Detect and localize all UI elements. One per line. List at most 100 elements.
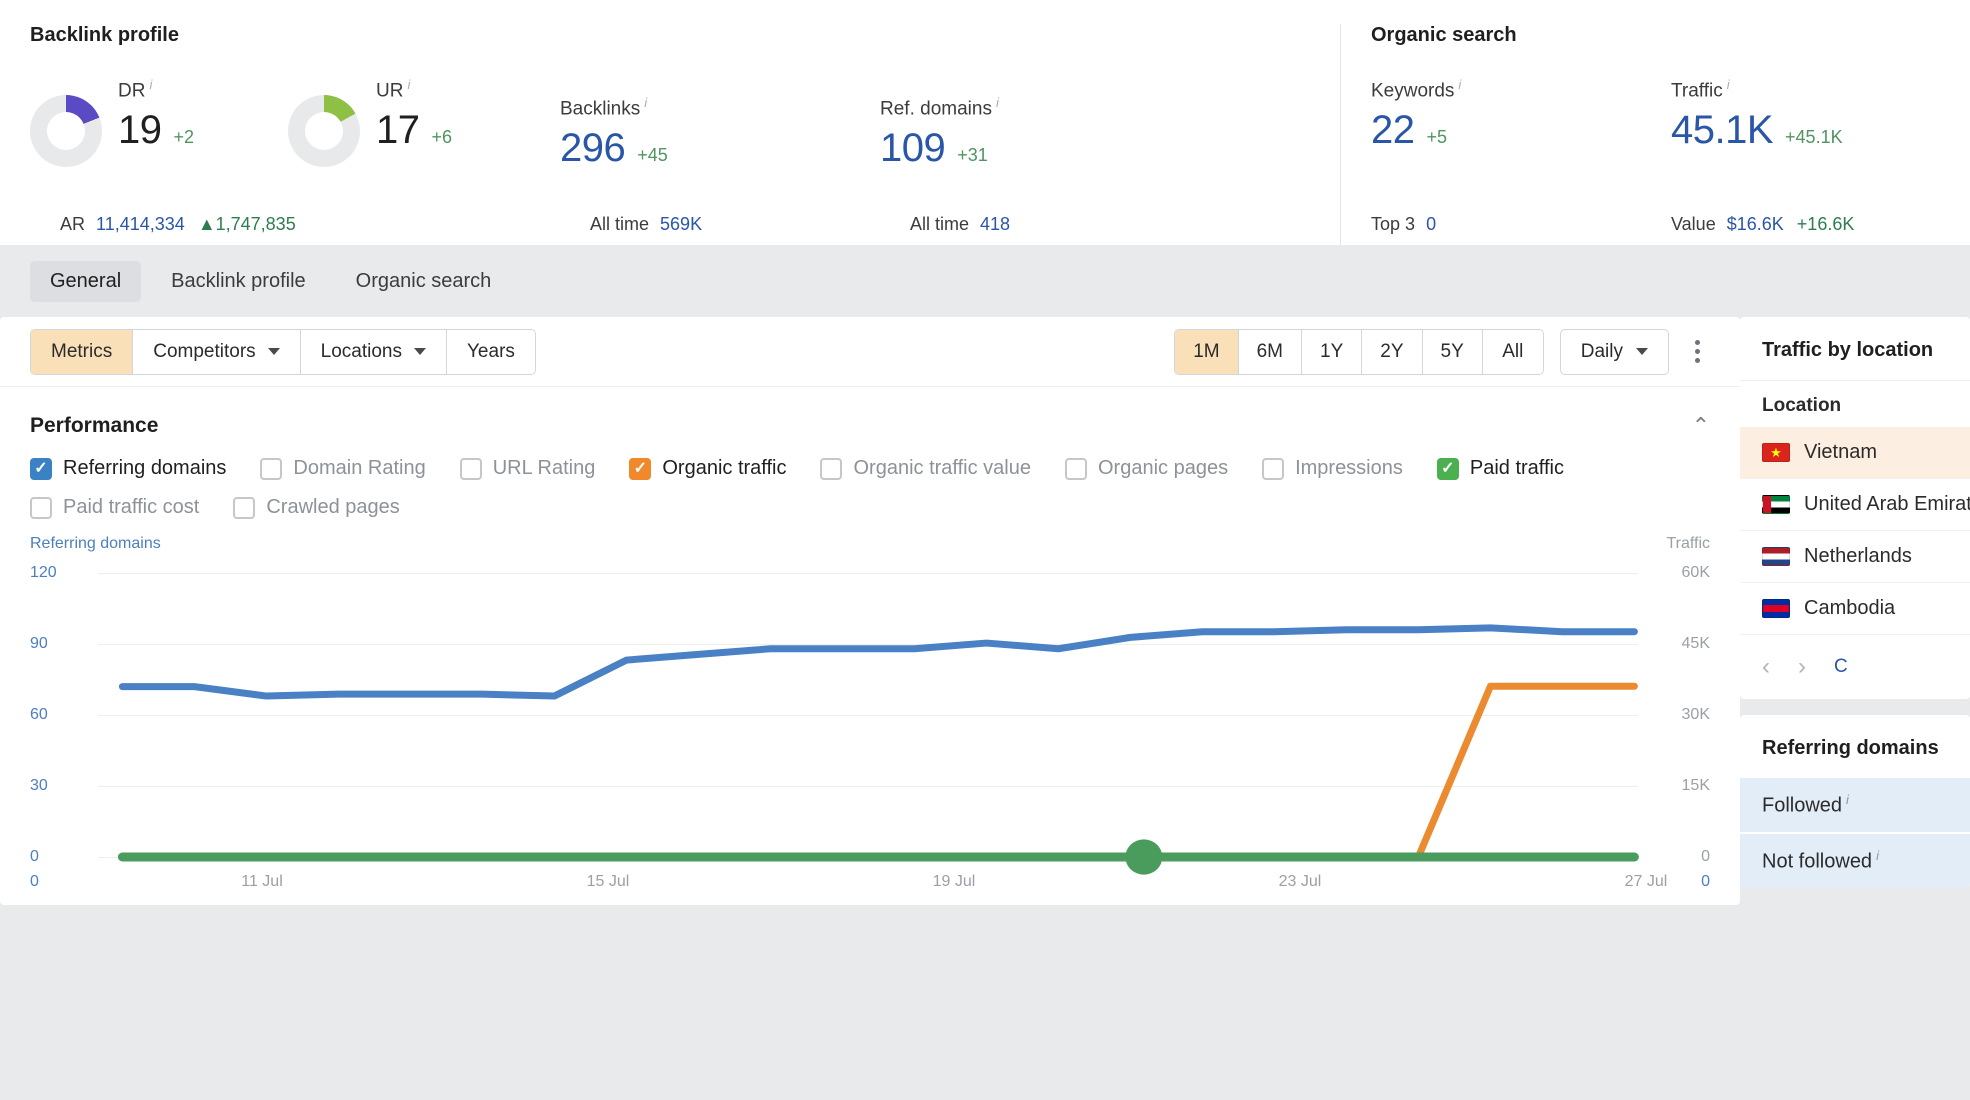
checkbox-label: Paid traffic bbox=[1469, 457, 1564, 479]
metric-backlinks: Backlinks i 296 +45 bbox=[560, 77, 880, 170]
traffic-by-location-card: Traffic by location Location Vietnam Uni… bbox=[1740, 317, 1970, 699]
checkbox-impressions[interactable]: Impressions bbox=[1262, 457, 1403, 480]
traffic-value[interactable]: 45.1K bbox=[1671, 108, 1774, 152]
referring-domains-card: Referring domains Followed i Not followed… bbox=[1740, 715, 1970, 888]
keywords-value[interactable]: 22 bbox=[1371, 108, 1415, 152]
metric-ur: UR i 17 +6 bbox=[288, 77, 560, 167]
checkbox-box[interactable] bbox=[459, 457, 482, 480]
metric-checkbox-row-2: Paid traffic cost Crawled pages bbox=[30, 496, 1710, 519]
view-button-group: Metrics Competitors Locations Years bbox=[30, 328, 536, 375]
checkbox-paid-traffic-cost[interactable]: Paid traffic cost bbox=[30, 496, 199, 519]
tab-organic-search[interactable]: Organic search bbox=[336, 261, 512, 302]
checkbox-box[interactable] bbox=[1436, 457, 1459, 480]
checkbox-domain-rating[interactable]: Domain Rating bbox=[260, 457, 426, 480]
info-icon[interactable]: i bbox=[149, 77, 152, 92]
checkbox-box[interactable] bbox=[820, 457, 843, 480]
value-amount[interactable]: $16.6K bbox=[1727, 214, 1784, 234]
metric-keywords: Keywords i 22 +5 bbox=[1371, 77, 1671, 152]
range-2y[interactable]: 2Y bbox=[1362, 329, 1423, 374]
checkbox-box[interactable] bbox=[30, 457, 52, 480]
info-icon[interactable]: i bbox=[1876, 848, 1879, 863]
flag-uae-icon bbox=[1762, 495, 1790, 514]
checkbox-crawled-pages[interactable]: Crawled pages bbox=[233, 496, 400, 519]
location-name: Vietnam bbox=[1804, 441, 1878, 463]
organic-search-title: Organic search bbox=[1371, 24, 1517, 46]
competitors-button[interactable]: Competitors bbox=[133, 329, 301, 374]
paid-traffic-marker[interactable] bbox=[1125, 839, 1163, 875]
checkbox-label: URL Rating bbox=[492, 457, 596, 479]
info-icon[interactable]: i bbox=[996, 95, 999, 110]
tab-backlink-profile[interactable]: Backlink profile bbox=[151, 261, 326, 302]
top3-value[interactable]: 0 bbox=[1426, 214, 1436, 234]
checkbox-box[interactable] bbox=[629, 457, 652, 480]
location-row-vietnam[interactable]: Vietnam bbox=[1740, 427, 1970, 478]
performance-chart: Referring domains Traffic 120 90 60 30 0… bbox=[30, 535, 1710, 905]
granularity-dropdown[interactable]: Daily bbox=[1559, 328, 1669, 375]
info-icon[interactable]: i bbox=[1727, 77, 1730, 92]
performance-header: Performance ⌃ bbox=[0, 387, 1740, 449]
value-row: Value $16.6K +16.6K bbox=[1671, 214, 1855, 234]
location-row-cambodia[interactable]: Cambodia bbox=[1740, 582, 1970, 634]
chevron-up-icon[interactable]: ⌃ bbox=[1692, 413, 1710, 439]
info-icon[interactable]: i bbox=[407, 77, 410, 92]
metric-dr: DR i 19 +2 bbox=[30, 77, 288, 167]
performance-title: Performance bbox=[30, 414, 159, 437]
range-6m[interactable]: 6M bbox=[1238, 329, 1303, 374]
location-name: United Arab Emirates bbox=[1804, 493, 1970, 515]
years-button[interactable]: Years bbox=[447, 329, 535, 374]
chevron-left-icon[interactable]: ‹ bbox=[1762, 653, 1770, 681]
checkbox-box[interactable] bbox=[30, 496, 52, 519]
info-icon[interactable]: i bbox=[1846, 792, 1849, 807]
metric-ref-domains: Ref. domains i 109 +31 bbox=[880, 77, 999, 170]
backlinks-value[interactable]: 296 bbox=[560, 126, 626, 170]
chevron-down-icon bbox=[414, 348, 426, 355]
range-1y[interactable]: 1Y bbox=[1302, 329, 1363, 374]
range-1m[interactable]: 1M bbox=[1175, 329, 1239, 374]
pager-text[interactable]: C bbox=[1834, 656, 1848, 678]
checkbox-box[interactable] bbox=[260, 457, 283, 480]
location-pager: ‹ › C bbox=[1740, 634, 1970, 699]
range-controls: 1M 6M 1Y 2Y 5Y All Daily bbox=[1174, 328, 1710, 375]
location-row-uae[interactable]: United Arab Emirates bbox=[1740, 478, 1970, 530]
dr-label: DR i bbox=[118, 77, 153, 102]
checkbox-box[interactable] bbox=[233, 496, 256, 519]
backlinks-alltime-value[interactable]: 569K bbox=[660, 214, 702, 234]
referring-domains-notfollowed-row[interactable]: Not followed i bbox=[1740, 833, 1970, 888]
checkbox-organic-traffic[interactable]: Organic traffic bbox=[629, 457, 786, 480]
tab-general[interactable]: General bbox=[30, 260, 142, 302]
top3-row: Top 3 0 bbox=[1371, 214, 1437, 234]
traffic-delta: +45.1K bbox=[1785, 127, 1843, 148]
checkbox-organic-pages[interactable]: Organic pages bbox=[1064, 457, 1228, 480]
x-axis-edge-right: 0 bbox=[1701, 873, 1710, 890]
ar-change: ▲1,747,835 bbox=[197, 214, 296, 234]
dr-value: 19 bbox=[118, 108, 162, 153]
chevron-right-icon[interactable]: › bbox=[1798, 653, 1806, 681]
x-axis-tick: 27 Jul bbox=[1624, 873, 1668, 890]
ref-domains-alltime-value[interactable]: 418 bbox=[980, 214, 1010, 234]
ref-domains-value[interactable]: 109 bbox=[880, 126, 946, 170]
ur-donut-icon bbox=[288, 95, 360, 167]
info-icon[interactable]: i bbox=[1458, 77, 1461, 92]
checkbox-referring-domains[interactable]: Referring domains bbox=[30, 457, 226, 480]
chevron-down-icon bbox=[267, 348, 280, 355]
checkbox-organic-traffic-value[interactable]: Organic traffic value bbox=[820, 457, 1031, 480]
checkbox-paid-traffic[interactable]: Paid traffic bbox=[1436, 457, 1564, 480]
checkbox-url-rating[interactable]: URL Rating bbox=[459, 457, 596, 480]
metric-traffic: Traffic i 45.1K +45.1K bbox=[1671, 77, 1843, 152]
x-axis-tick: 19 Jul bbox=[932, 873, 976, 890]
range-all[interactable]: All bbox=[1482, 329, 1543, 374]
location-row-netherlands[interactable]: Netherlands bbox=[1740, 530, 1970, 582]
summary-bar: Backlink profile DR i 19 +2 UR i 17 +6 B… bbox=[0, 0, 1970, 245]
ur-value: 17 bbox=[376, 108, 420, 153]
info-icon[interactable]: i bbox=[644, 95, 647, 110]
referring-domains-followed-row[interactable]: Followed i bbox=[1740, 778, 1970, 832]
metrics-button[interactable]: Metrics bbox=[31, 329, 134, 374]
more-options-button[interactable] bbox=[1685, 334, 1710, 369]
backlink-profile-title: Backlink profile bbox=[30, 24, 179, 46]
range-5y[interactable]: 5Y bbox=[1422, 329, 1483, 374]
checkbox-box[interactable] bbox=[1262, 457, 1285, 480]
x-axis-tick: 23 Jul bbox=[1278, 873, 1322, 890]
ar-value[interactable]: 11,414,334 bbox=[96, 214, 185, 234]
locations-button[interactable]: Locations bbox=[300, 329, 447, 374]
checkbox-box[interactable] bbox=[1064, 457, 1087, 480]
